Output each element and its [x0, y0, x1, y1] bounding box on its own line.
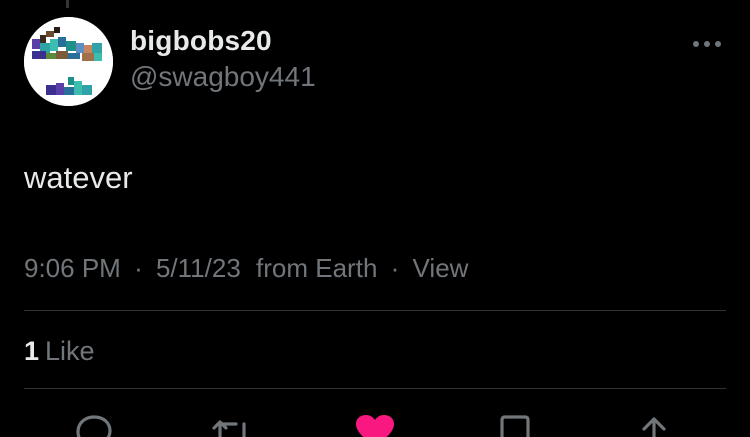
more-dots-icon — [693, 41, 721, 47]
like-heart-icon — [356, 415, 394, 437]
thread-connector-line — [66, 0, 69, 8]
tweet-metadata: 9:06 PM · 5/11/23 from Earth · View — [24, 250, 468, 286]
meta-separator: · — [390, 253, 400, 283]
likes-label: Like — [45, 336, 95, 366]
bookmark-button[interactable] — [494, 412, 538, 437]
retweet-button[interactable] — [210, 412, 254, 437]
tweet-author: bigbobs20 @swagboy441 — [130, 24, 316, 94]
divider — [24, 310, 726, 311]
tweet-text: watever — [24, 160, 133, 195]
meta-separator: · — [134, 253, 143, 283]
retweet-icon — [212, 420, 246, 437]
tweet-date[interactable]: 5/11/23 — [156, 250, 241, 286]
share-button[interactable] — [632, 412, 676, 437]
likes-count: 1 — [24, 336, 40, 366]
avatar-pixel-image — [24, 17, 113, 106]
likes-stat[interactable]: 1 Like — [24, 333, 95, 369]
avatar[interactable] — [24, 17, 113, 106]
tweet-source: from Earth — [256, 253, 378, 283]
tweet-time[interactable]: 9:06 PM — [24, 250, 121, 286]
share-icon — [642, 417, 666, 437]
more-options-button[interactable] — [692, 34, 724, 54]
reply-button[interactable] — [72, 412, 116, 437]
author-handle[interactable]: @swagboy441 — [130, 60, 316, 94]
divider — [24, 388, 726, 389]
bookmark-icon — [500, 415, 530, 437]
view-link[interactable]: View — [413, 250, 469, 286]
tweet-detail-view: bigbobs20 @swagboy441 watever 9:06 PM · … — [0, 0, 750, 437]
reply-icon — [76, 415, 112, 437]
author-display-name[interactable]: bigbobs20 — [130, 24, 316, 58]
like-button[interactable] — [353, 412, 397, 437]
